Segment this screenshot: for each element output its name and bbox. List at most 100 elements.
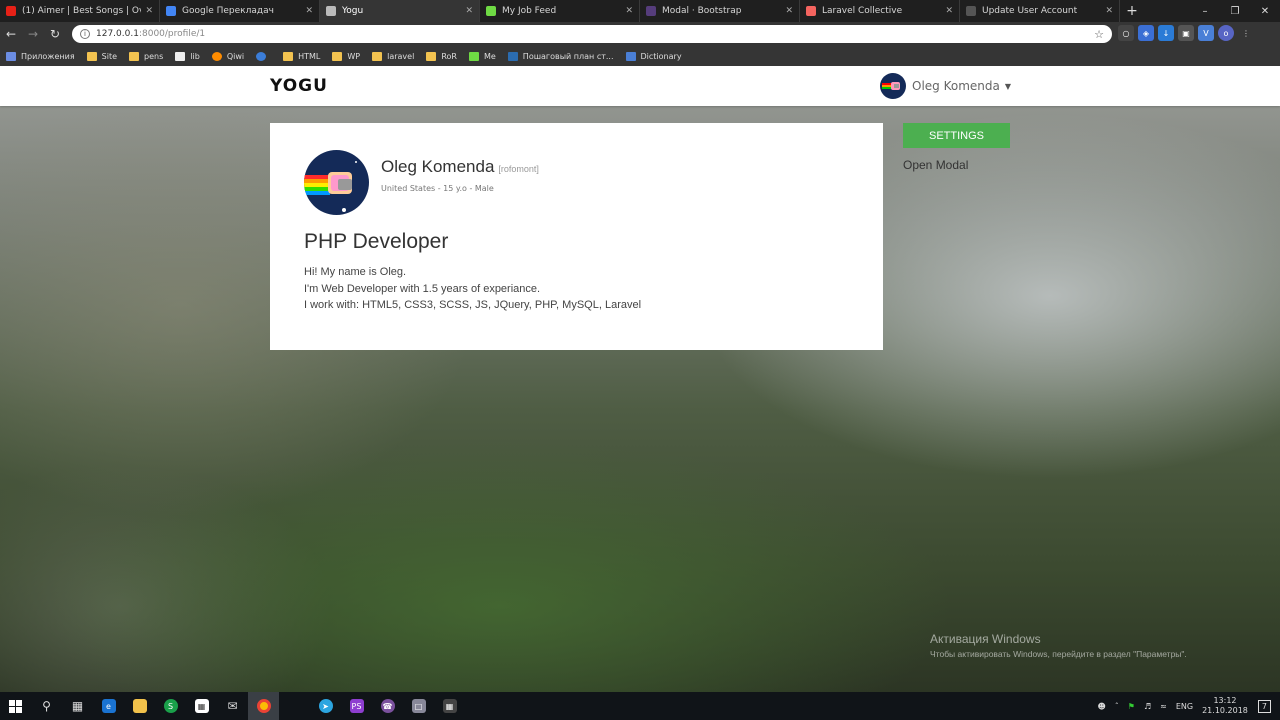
forward-icon[interactable]: → (22, 22, 44, 46)
bookmark-h[interactable]: Пошаговый план ст... (507, 51, 614, 61)
bio-line: I work with: HTML5, CSS3, SCSS, JS, JQue… (304, 299, 642, 311)
tab-close-icon[interactable]: ✕ (625, 6, 633, 16)
user-menu[interactable]: Oleg Komenda ▼ (880, 73, 1011, 99)
profile-avatar (304, 150, 369, 215)
folder-icon (332, 51, 343, 61)
bookmark-folder[interactable]: RoR (426, 51, 457, 61)
calculator-icon[interactable]: ▦ (434, 692, 465, 720)
browser-tab[interactable]: (1) Aimer | Best Songs | Over ✕ (0, 0, 160, 22)
restore-button[interactable]: ❐ (1220, 0, 1250, 22)
apps-icon (6, 51, 16, 61)
bookmark-folder[interactable]: Site (86, 51, 117, 61)
bookmark-apps[interactable]: Приложения (6, 51, 75, 61)
system-tray: ☻ ˆ ⚑ ♬ ≈ ENG 13:12 21.10.2018 7 (1097, 692, 1280, 720)
bookmark-label: Me (483, 51, 496, 61)
search-icon[interactable]: ⚲ (31, 692, 62, 720)
bookmark-label: Dictionary (640, 51, 682, 61)
open-modal-link[interactable]: Open Modal (903, 158, 968, 172)
close-window-button[interactable]: ✕ (1250, 0, 1280, 22)
url-host: 127.0.0.1 (96, 29, 139, 39)
h-icon (507, 51, 518, 61)
bio-line: I'm Web Developer with 1.5 years of expe… (304, 282, 541, 295)
url-input[interactable]: i 127.0.0.1:8000/profile/1 ☆ (72, 25, 1112, 43)
page-viewport: YOGU Oleg Komenda ▼ Oleg Komenda [rofomo… (0, 66, 1280, 692)
settings-button[interactable]: SETTINGS (903, 123, 1010, 148)
screen-icon[interactable]: ▣ (1178, 25, 1194, 41)
tab-close-icon[interactable]: ✕ (145, 6, 153, 16)
task-view-icon[interactable]: ▦ (62, 692, 93, 720)
tab-favicon-icon (326, 6, 336, 16)
download-icon[interactable]: ↓ (1158, 25, 1174, 41)
bookmark-code[interactable]: lib (175, 51, 200, 61)
bookmark-upwork[interactable]: Me (468, 51, 496, 61)
tab-close-icon[interactable]: ✕ (305, 6, 313, 16)
profile-icon[interactable]: o (1218, 25, 1234, 41)
shield-icon[interactable]: ◈ (1138, 25, 1154, 41)
store-icon[interactable]: ▦ (186, 692, 217, 720)
browser-tab[interactable]: Yogu ✕ (320, 0, 480, 22)
browser-tab[interactable]: My Job Feed ✕ (480, 0, 640, 22)
tab-close-icon[interactable]: ✕ (945, 6, 953, 16)
notification-icon[interactable]: 7 (1257, 699, 1271, 713)
extension-icon[interactable]: ○ (1118, 25, 1134, 41)
chevron-up-icon[interactable]: ˆ (1115, 702, 1119, 711)
mail-icon[interactable]: ✉ (217, 692, 248, 720)
bookmark-label: pens (144, 51, 164, 61)
globe-icon (256, 51, 267, 61)
tab-favicon-icon (166, 6, 176, 16)
bookmark-label: RoR (441, 51, 457, 61)
viber-icon[interactable]: ☎ (372, 692, 403, 720)
bookmark-qiwi[interactable]: Qiwi (211, 51, 244, 61)
clock[interactable]: 13:12 21.10.2018 (1202, 696, 1248, 716)
tab-title: Update User Account (982, 6, 1078, 16)
tab-close-icon[interactable]: ✕ (465, 6, 473, 16)
bookmark-folder[interactable]: HTML (283, 51, 320, 61)
tab-favicon-icon (646, 6, 656, 16)
browser-tab[interactable]: Google Перекладач ✕ (160, 0, 320, 22)
folder-icon (86, 51, 97, 61)
watermark-title: Активация Windows (930, 632, 1041, 646)
minimize-button[interactable]: – (1190, 0, 1220, 22)
edge-icon[interactable]: e (93, 692, 124, 720)
folder-icon (283, 51, 294, 61)
clock-time: 13:12 (1213, 696, 1237, 705)
folder-icon (129, 51, 140, 61)
bookmark-star-icon[interactable]: ☆ (1094, 28, 1104, 41)
browser-tab[interactable]: Laravel Collective ✕ (800, 0, 960, 22)
flag-icon[interactable]: ⚑ (1128, 702, 1135, 711)
file-explorer-icon[interactable] (124, 692, 155, 720)
wifi-icon[interactable]: ≈ (1160, 702, 1167, 711)
profile-title: PHP Developer (304, 230, 449, 253)
skype-icon[interactable]: S (155, 692, 186, 720)
browser-tab[interactable]: Update User Account ✕ (960, 0, 1120, 22)
chevron-down-icon: ▼ (1004, 81, 1012, 91)
v-extension-icon[interactable]: V (1198, 25, 1214, 41)
back-icon[interactable]: ← (0, 22, 22, 46)
language-indicator[interactable]: ENG (1176, 702, 1193, 711)
bookmark-label: laravel (387, 51, 415, 61)
info-icon[interactable]: i (80, 29, 90, 39)
tab-favicon-icon (486, 6, 496, 16)
new-tab-button[interactable]: + (1120, 0, 1144, 22)
browser-tab[interactable]: Modal · Bootstrap ✕ (640, 0, 800, 22)
bookmark-folder[interactable]: WP (332, 51, 360, 61)
site-logo[interactable]: YOGU (270, 76, 328, 96)
menu-icon[interactable]: ⋮ (1238, 25, 1254, 41)
people-icon[interactable]: ☻ (1097, 702, 1105, 711)
app-icon[interactable]: □ (403, 692, 434, 720)
chrome-icon[interactable] (248, 692, 279, 720)
tab-favicon-icon (966, 6, 976, 16)
tab-close-icon[interactable]: ✕ (785, 6, 793, 16)
bookmark-folder[interactable]: laravel (372, 51, 415, 61)
tab-favicon-icon (6, 6, 16, 16)
bookmark-dict[interactable]: Dictionary (625, 51, 682, 61)
telegram-icon[interactable]: ➤ (310, 692, 341, 720)
reload-icon[interactable]: ↻ (44, 22, 66, 46)
tab-title: Laravel Collective (822, 6, 903, 16)
speaker-icon[interactable]: ♬ (1144, 702, 1151, 711)
bookmark-globe[interactable] (256, 51, 271, 61)
bookmark-folder[interactable]: pens (129, 51, 164, 61)
tab-close-icon[interactable]: ✕ (1105, 6, 1113, 16)
windows-start-icon[interactable] (0, 692, 31, 720)
phpstorm-icon[interactable]: PS (341, 692, 372, 720)
